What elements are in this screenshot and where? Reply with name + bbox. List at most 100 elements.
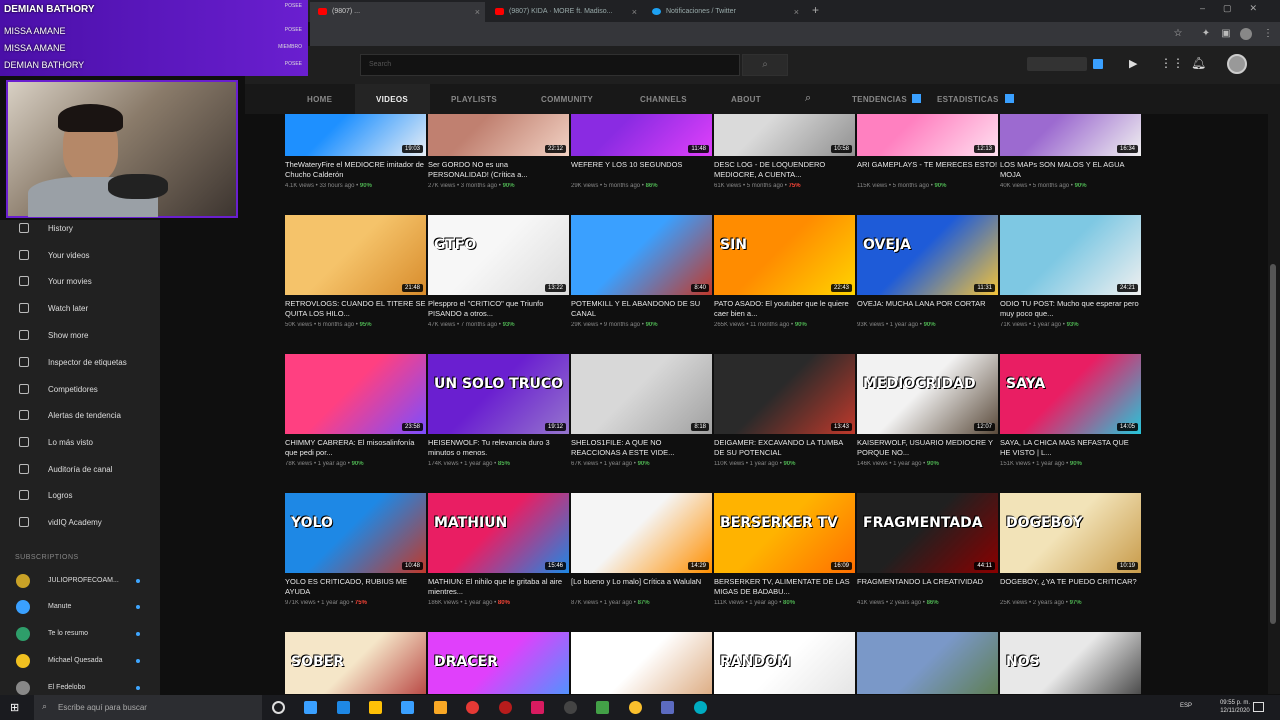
subscription-item[interactable]: Te lo resumo	[0, 621, 160, 648]
video-thumbnail[interactable]: 12:13	[857, 114, 998, 156]
menu-icon[interactable]: ⋮	[1262, 28, 1274, 40]
video-title[interactable]: HEISENWOLF: Tu relevancia duro 3 minutos…	[428, 438, 569, 458]
app-icon[interactable]	[596, 701, 609, 714]
sidebar-item[interactable]: Show more	[0, 322, 160, 349]
video-thumbnail[interactable]: NOS	[1000, 632, 1141, 694]
video-thumbnail[interactable]: 11:48	[571, 114, 712, 156]
video-thumbnail[interactable]: GTFO 13:22	[428, 215, 569, 295]
video-thumbnail[interactable]	[571, 632, 712, 694]
video-title[interactable]: FRAGMENTANDO LA CREATIVIDAD	[857, 577, 998, 597]
video-thumbnail[interactable]: 23:58	[285, 354, 426, 434]
video-title[interactable]: LOS MAPs SON MALOS Y EL AGUA MOJA	[1000, 160, 1141, 180]
app-icon[interactable]	[661, 701, 674, 714]
tab-videos[interactable]: VIDEOS	[376, 95, 408, 104]
sidebar-item[interactable]: vidIQ Academy	[0, 509, 160, 536]
tab-channels[interactable]: CHANNELS	[640, 95, 687, 104]
star-icon[interactable]: ☆	[1172, 28, 1184, 40]
search-button[interactable]: ⌕	[742, 54, 788, 76]
tab-about[interactable]: ABOUT	[731, 95, 761, 104]
mail-icon[interactable]	[401, 701, 414, 714]
video-title[interactable]: SAYA, LA CHICA MAS NEFASTA QUE HE VISTO …	[1000, 438, 1141, 458]
vidiq-stats-widget[interactable]	[1027, 57, 1087, 71]
video-thumbnail[interactable]: 21:48	[285, 215, 426, 295]
app-icon[interactable]	[499, 701, 512, 714]
extension-icon[interactable]: ✦	[1200, 28, 1212, 40]
video-title[interactable]: ARI GAMEPLAYS - TE MERECES ESTO!	[857, 160, 998, 180]
video-thumbnail[interactable]: DOGEBOY 10:19	[1000, 493, 1141, 573]
video-title[interactable]: MATHIUN: El nihilo que le gritaba al air…	[428, 577, 569, 597]
video-title[interactable]: SHELOS1FILE: A QUE NO REACCIONAS A ESTE …	[571, 438, 712, 458]
tab-estadisticas[interactable]: ESTADISTICAS	[937, 95, 999, 104]
video-title[interactable]: RETROVLOGS: CUANDO EL TITERE SE QUITA LO…	[285, 299, 426, 319]
video-thumbnail[interactable]	[857, 632, 998, 694]
sidebar-item[interactable]: Auditoría de canal	[0, 456, 160, 483]
app-icon[interactable]	[466, 701, 479, 714]
browser-tab[interactable]: (9807) KIDA · MORE ft. Madiso... ×	[487, 2, 642, 22]
video-title[interactable]: DOGEBOY, ¿YA TE PUEDO CRITICAR?	[1000, 577, 1141, 597]
window-controls[interactable]: –▢✕	[1200, 3, 1275, 14]
sidebar-item[interactable]: Competidores	[0, 376, 160, 403]
video-title[interactable]: PATO ASADO: El youtuber que le quiere ca…	[714, 299, 855, 319]
sidebar-item[interactable]: Your movies	[0, 268, 160, 295]
language-indicator[interactable]: ESP	[1180, 703, 1192, 709]
video-thumbnail[interactable]: MEDIOCRE19:03	[285, 114, 426, 156]
extension-icon[interactable]: ▣	[1220, 28, 1232, 40]
vidiq-icon[interactable]	[1093, 59, 1103, 69]
video-thumbnail[interactable]: MATHIUN 15:46	[428, 493, 569, 573]
tab-home[interactable]: HOME	[307, 95, 332, 104]
video-title[interactable]: TheWateryFire el MEDIOCRE imitador de Ch…	[285, 160, 426, 180]
video-title[interactable]: ODIO TU POST: Mucho que esperar pero muy…	[1000, 299, 1141, 319]
tab-community[interactable]: COMMUNITY	[541, 95, 593, 104]
video-thumbnail[interactable]: RANDOM	[714, 632, 855, 694]
video-title[interactable]: DESC LOG - DE LOQUENDERO MEDIOCRE, A CUE…	[714, 160, 855, 180]
tab-tendencias[interactable]: TENDENCIAS	[852, 95, 907, 104]
video-title[interactable]: BERSERKER TV, ALIMENTATE DE LAS MIGAS DE…	[714, 577, 855, 597]
cortana-icon[interactable]	[272, 701, 285, 714]
subscription-item[interactable]: Michael Quesada	[0, 648, 160, 675]
notifications-icon[interactable]: 🔔︎	[1191, 56, 1206, 70]
sidebar-item[interactable]: Lo más visto	[0, 429, 160, 456]
taskbar-search[interactable]: ⌕ Escribe aquí para buscar	[34, 695, 262, 720]
video-thumbnail[interactable]: SIN 22:43	[714, 215, 855, 295]
video-thumbnail[interactable]: YOLO 10:48	[285, 493, 426, 573]
sidebar-item[interactable]: Inspector de etiquetas	[0, 349, 160, 376]
subscription-item[interactable]: JULIOPROFECOAM...	[0, 568, 160, 595]
sidebar-item[interactable]: Your videos	[0, 242, 160, 269]
close-icon[interactable]: ×	[794, 7, 799, 17]
subscription-item[interactable]: Manute	[0, 594, 160, 621]
video-title[interactable]: CHIMMY CABRERA: El misosalinfonía que pe…	[285, 438, 426, 458]
video-thumbnail[interactable]: DRACER	[428, 632, 569, 694]
video-thumbnail[interactable]: MEDIANTE10:58	[714, 114, 855, 156]
task-view-icon[interactable]	[304, 701, 317, 714]
close-icon[interactable]: ×	[632, 7, 637, 17]
video-title[interactable]: YOLO ES CRITICADO, RUBIUS ME AYUDA	[285, 577, 426, 597]
sidebar-item[interactable]: History	[0, 215, 160, 242]
search-icon[interactable]: ⌕	[805, 92, 811, 105]
video-thumbnail[interactable]: FRAGMENTADA 44:11	[857, 493, 998, 573]
video-thumbnail[interactable]: BERSERKER TV 16:09	[714, 493, 855, 573]
explorer-icon[interactable]	[434, 701, 447, 714]
video-thumbnail[interactable]: 13:43	[714, 354, 855, 434]
avatar[interactable]	[1227, 54, 1247, 74]
video-title[interactable]: [Lo bueno y Lo malo] Crítica a WalulaN	[571, 577, 712, 597]
video-title[interactable]: DEIGAMER: EXCAVANDO LA TUMBA DE SU POTEN…	[714, 438, 855, 458]
video-thumbnail[interactable]: UN SOLO TRUCO 19:12	[428, 354, 569, 434]
video-title[interactable]: OVEJA: MUCHA LANA POR CORTAR	[857, 299, 998, 319]
video-thumbnail[interactable]: 16:34	[1000, 114, 1141, 156]
sidebar-item[interactable]: Logros	[0, 482, 160, 509]
video-thumbnail[interactable]: 8:40	[571, 215, 712, 295]
notifications-icon[interactable]	[1253, 702, 1264, 712]
video-thumbnail[interactable]: 14:29	[571, 493, 712, 573]
chrome-icon[interactable]	[629, 701, 642, 714]
video-title[interactable]: WEFERE Y LOS 10 SEGUNDOS	[571, 160, 712, 180]
video-thumbnail[interactable]: MEDIOCRIDAD 12:07	[857, 354, 998, 434]
video-title[interactable]: KAISERWOLF, USUARIO MEDIOCRE Y PORQUE NO…	[857, 438, 998, 458]
video-thumbnail[interactable]: 8:18	[571, 354, 712, 434]
video-thumbnail[interactable]: SOBER	[285, 632, 426, 694]
new-tab-button[interactable]: +	[812, 3, 819, 17]
profile-icon[interactable]	[1240, 28, 1252, 40]
video-thumbnail[interactable]: OVEJA 11:31	[857, 215, 998, 295]
video-title[interactable]: Ser GORDO NO es una PERSONALIDAD! (Críti…	[428, 160, 569, 180]
video-title[interactable]: POTEMKILL Y EL ABANDONO DE SU CANAL	[571, 299, 712, 319]
create-video-icon[interactable]: ▶	[1129, 57, 1137, 70]
